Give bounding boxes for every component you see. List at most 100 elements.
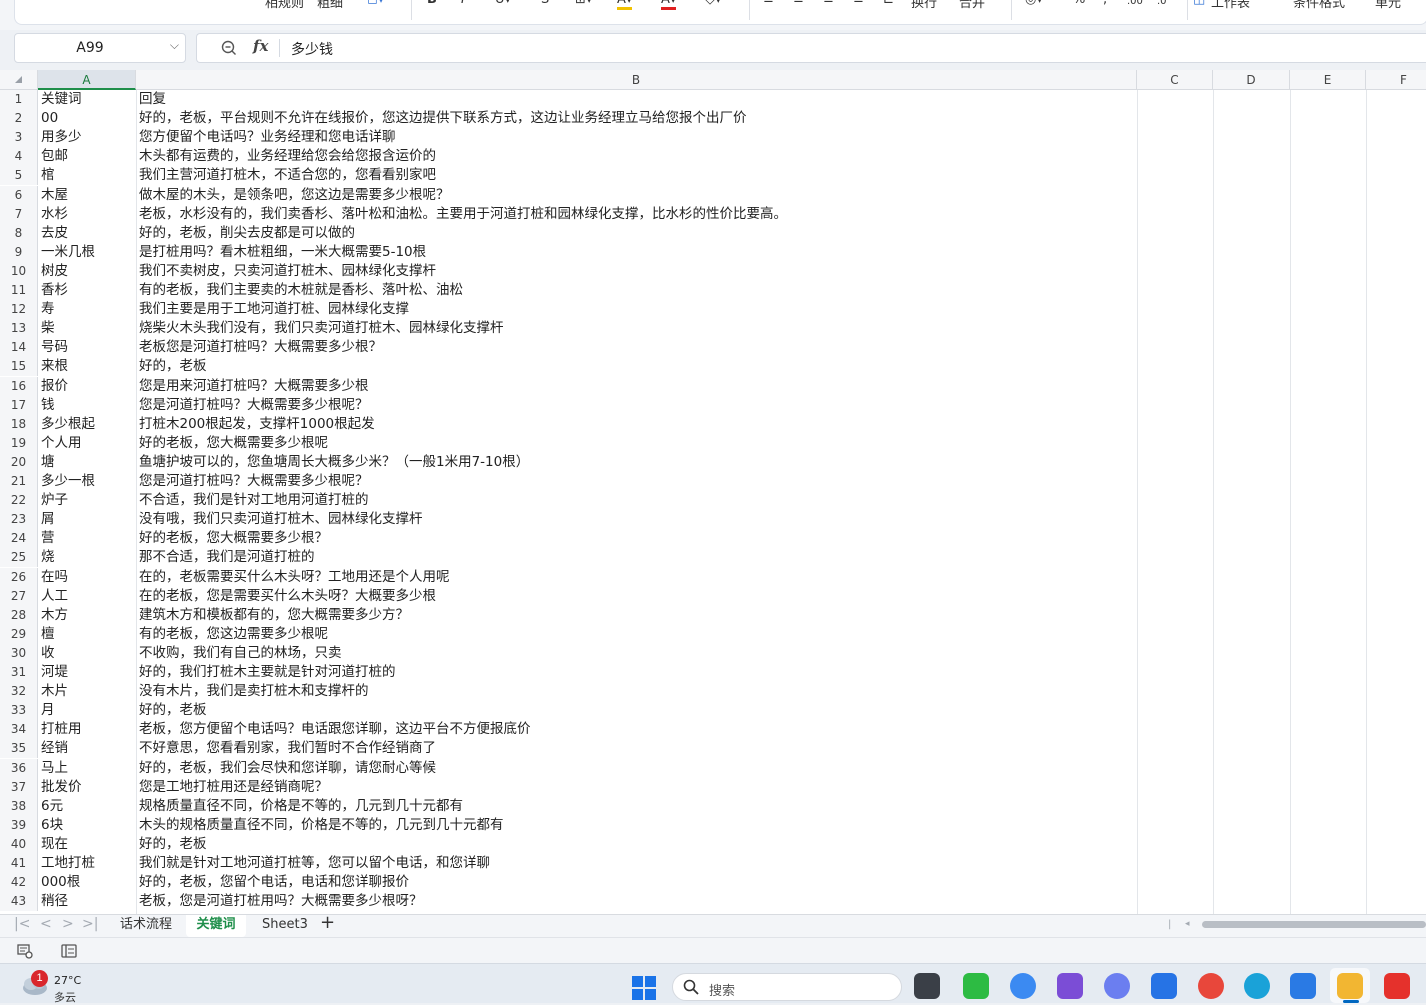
cell-reply[interactable]: 是打桩用吗？看木桩粗细，一米大概需要5-10根 [136,243,1137,262]
chat-icon[interactable] [1010,973,1036,999]
formula-bar[interactable]: fx 多少钱 [196,33,1426,63]
row-header[interactable]: 30 [0,643,38,663]
row-header[interactable]: 13 [0,319,38,339]
comma-icon[interactable]: , [1103,0,1107,7]
cell-keyword[interactable]: 烧 [38,548,136,567]
cell-reply[interactable]: 木头的规格质量直径不同，价格是不等的，几元到几十元都有 [136,816,1137,835]
cell-reply[interactable]: 您方便留个电话吗？业务经理和您电话详聊 [136,128,1137,147]
cell-button[interactable]: 单元 [1375,0,1401,11]
row-header[interactable]: 40 [0,834,38,854]
cell-reply[interactable]: 没有木片，我们是卖打桩木和支撑杆的 [136,682,1137,701]
bold-button[interactable]: B [427,0,437,7]
cell-reply[interactable]: 我们主营河道打桩木，不适合您的，您看看别家吧 [136,166,1137,185]
row-header[interactable]: 37 [0,777,38,797]
row-header[interactable]: 34 [0,720,38,740]
row-header[interactable]: 6 [0,185,38,205]
cell-keyword[interactable]: 用多少 [38,128,136,147]
cell-reply[interactable]: 在的，老板需要买什么木头呀？工地用还是个人用呢 [136,568,1137,587]
first-sheet-icon[interactable]: |< [14,916,30,932]
row-header[interactable]: 19 [0,433,38,453]
cell-reply[interactable]: 好的，老板 [136,701,1137,720]
cell-keyword[interactable]: 木屋 [38,186,136,205]
row-header[interactable]: 36 [0,758,38,778]
row-header[interactable]: 3 [0,128,38,148]
cell-keyword[interactable]: 多少一根 [38,472,136,491]
conditional-format-button[interactable]: 条件格式 [1293,0,1345,11]
row-header[interactable]: 21 [0,472,38,492]
column-header-d[interactable]: D [1213,70,1290,90]
cell-reply[interactable]: 老板，您是河道打桩用吗？大概需要多少根呀？ [136,892,1137,911]
tab-huashu-liucheng[interactable]: 话术流程 [120,916,172,934]
ribbon-format-icon[interactable]: ◻▾ [367,0,384,7]
cell-reply[interactable]: 没有哦，我们只卖河道打桩木、园林绿化支撑杆 [136,510,1137,529]
formula-input[interactable]: 多少钱 [291,39,333,59]
cell-reply[interactable]: 我们就是针对工地河道打桩等，您可以留个电话，和您详聊 [136,854,1137,873]
row-header[interactable]: 8 [0,223,38,243]
zoom-out-icon[interactable] [221,40,237,60]
cell-keyword[interactable]: 00 [38,109,136,128]
column-header-b[interactable]: B [136,70,1137,90]
row-header[interactable]: 7 [0,204,38,224]
cell-keyword[interactable]: 个人用 [38,434,136,453]
copilot-icon[interactable] [1104,973,1130,999]
cell-reply[interactable]: 有的老板，您这边需要多少根呢 [136,625,1137,644]
row-header[interactable]: 28 [0,605,38,625]
row-header[interactable]: 29 [0,624,38,644]
select-all-corner[interactable] [0,70,38,90]
cell-keyword[interactable]: 去皮 [38,224,136,243]
tab-guanjianci[interactable]: 关键词 [186,915,246,937]
cell-reply[interactable]: 好的，老板 [136,357,1137,376]
cell-keyword[interactable]: 关键词 [38,90,136,109]
number-format-icon[interactable]: ◎▾ [1025,0,1043,7]
cell-keyword[interactable]: 批发价 [38,778,136,797]
justify-icon[interactable]: ≡ [853,0,864,7]
row-header[interactable]: 12 [0,300,38,320]
cell-keyword[interactable]: 一米几根 [38,243,136,262]
cell-reply[interactable]: 我们主要是用于工地河道打桩、园林绿化支撑 [136,300,1137,319]
cell-reply[interactable]: 老板，水杉没有的，我们卖香杉、落叶松和油松。主要用于河道打桩和园林绿化支撑，比水… [136,205,1137,224]
chevron-down-icon[interactable]: ⌵ [170,38,179,53]
cell-reply[interactable]: 您是河道打桩吗？大概需要多少根呢？ [136,472,1137,491]
cell-reply[interactable]: 老板，您方便留个电话吗？电话跟您详聊，这边平台不方便报底价 [136,720,1137,739]
row-header[interactable]: 15 [0,357,38,377]
cell-keyword[interactable]: 人工 [38,587,136,606]
cell-keyword[interactable]: 经销 [38,739,136,758]
increase-decimal-icon[interactable]: .00 [1127,0,1143,7]
percent-button[interactable]: % [1073,0,1085,7]
cell-reply[interactable]: 好的，老板，削尖去皮都是可以做的 [136,224,1137,243]
cell-keyword[interactable]: 来根 [38,357,136,376]
last-sheet-icon[interactable]: >| [82,916,98,932]
cell-keyword[interactable]: 木方 [38,606,136,625]
row-header[interactable]: 14 [0,338,38,358]
cell-keyword[interactable]: 钱 [38,396,136,415]
cell-reply[interactable]: 您是工地打桩用还是经销商呢？ [136,778,1137,797]
row-header[interactable]: 1 [0,90,38,110]
edge-icon[interactable] [1244,973,1270,999]
task-view-icon[interactable] [914,973,940,999]
font-color-icon[interactable]: A▾ [661,0,677,10]
scroll-left-icon[interactable]: ◂ [1185,919,1190,929]
cell-keyword[interactable]: 6块 [38,816,136,835]
cell-reply[interactable]: 那不合适，我们是河道打桩的 [136,548,1137,567]
wrap-text-button[interactable]: 换行 [911,0,937,11]
cell-keyword[interactable]: 屑 [38,510,136,529]
spreadsheet-grid[interactable]: A B C D E F 1 关键词 回复 2 00 好的，老板，平台规则不允许在线报价，您… [0,70,1426,914]
cell-reply[interactable]: 好的，老板，我们会尽快和您详聊，请您耐心等候 [136,759,1137,778]
photos-icon[interactable] [1290,973,1316,999]
cell-keyword[interactable]: 打桩用 [38,720,136,739]
row-header[interactable]: 18 [0,414,38,434]
wps-icon[interactable] [1384,973,1410,999]
windows-start-icon[interactable] [632,976,656,1004]
cell-reply[interactable]: 不好意思，您看看别家，我们暂时不合作经销商了 [136,739,1137,758]
cell-keyword[interactable]: 月 [38,701,136,720]
row-header[interactable]: 38 [0,796,38,816]
align-left-icon[interactable]: ≡ [763,0,774,7]
cell-reply[interactable]: 烧柴火木头我们没有，我们只卖河道打桩木、园林绿化支撑杆 [136,319,1137,338]
border-icon[interactable]: ⊞▾ [575,0,592,7]
cell-keyword[interactable]: 6元 [38,797,136,816]
cell-keyword[interactable]: 柴 [38,319,136,338]
app-icon[interactable] [1057,973,1083,999]
next-sheet-icon[interactable]: > [62,916,74,932]
row-header[interactable]: 17 [0,395,38,415]
cell-reply[interactable]: 您是河道打桩吗？大概需要多少根呢？ [136,396,1137,415]
